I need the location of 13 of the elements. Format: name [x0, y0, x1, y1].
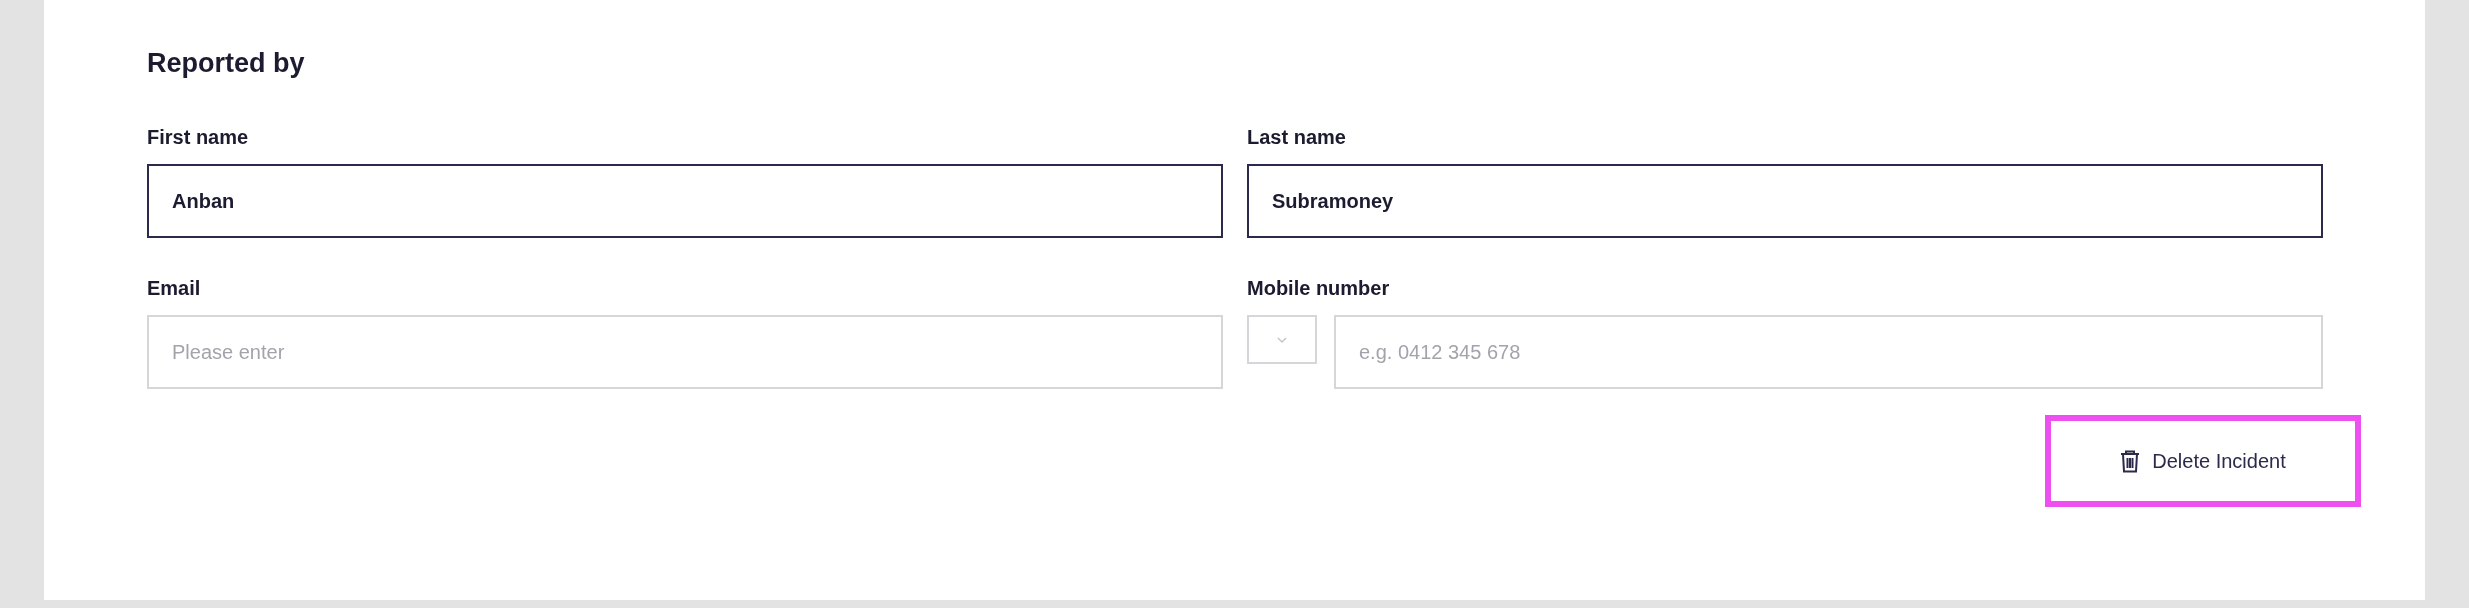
field-label: Email [147, 276, 202, 300]
section-title: Reported by [147, 47, 306, 80]
text-field[interactable]: Please enter [147, 315, 1223, 389]
field-label: First name [147, 125, 250, 149]
field-label: Mobile number [1247, 276, 1391, 300]
trash-icon [2120, 449, 2141, 473]
delete-button[interactable]: Delete Incident [2045, 415, 2361, 507]
text-field[interactable]: e.g. 0412 345 678 [1334, 315, 2323, 389]
text-field[interactable]: Subramoney [1247, 164, 2323, 238]
chevron-down-icon [1276, 335, 1288, 344]
field-label: Last name [1247, 125, 1347, 149]
country-code-select[interactable] [1247, 315, 1317, 364]
text-field[interactable]: Anban [147, 164, 1223, 238]
